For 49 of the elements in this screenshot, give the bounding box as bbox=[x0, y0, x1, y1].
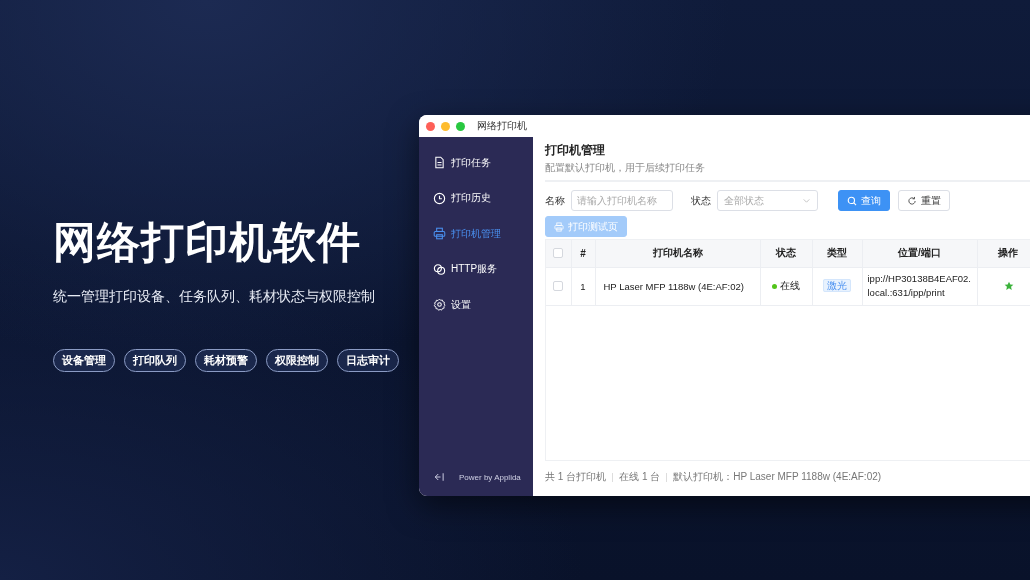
column-header: 状态 bbox=[760, 240, 812, 267]
table-cell: 1 bbox=[571, 267, 595, 305]
status-text: 在线 1 台 bbox=[619, 470, 661, 484]
tagline: 统一管理打印设备、任务队列、耗材状态与权限控制 bbox=[53, 288, 376, 306]
field-label: 状态 bbox=[691, 193, 711, 208]
name-field[interactable]: 请输入打印机名称 bbox=[571, 190, 673, 211]
link-icon bbox=[433, 262, 446, 276]
minimize-button[interactable] bbox=[441, 121, 450, 131]
feature-tag: 日志审计 bbox=[337, 349, 399, 372]
chevron-icon bbox=[802, 196, 811, 205]
refresh-icon bbox=[907, 195, 917, 206]
type-tag: 激光 bbox=[823, 279, 851, 292]
column-header: 操作 bbox=[977, 240, 1030, 267]
page-subtitle: 配置默认打印机，用于后续打印任务 bbox=[545, 161, 706, 175]
credit-text: Power by Applida bbox=[459, 472, 521, 482]
column-header: 位置/端口 bbox=[862, 240, 977, 267]
collapse-icon bbox=[433, 471, 445, 483]
printer-icon bbox=[433, 227, 446, 241]
status-text: 默认打印机：HP Laser MFP 1188w (4E:AF:02) bbox=[673, 470, 882, 484]
window-title: 网络打印机 bbox=[477, 119, 527, 133]
page-title: 打印机管理 bbox=[545, 142, 606, 159]
sidebar-item[interactable]: 打印机管理 bbox=[419, 216, 533, 252]
table-cell: ipp://HP30138B4EAF02.local.:631/ipp/print bbox=[862, 267, 977, 305]
status-text: 共 1 台打印机 bbox=[545, 470, 607, 484]
search-icon bbox=[847, 195, 857, 206]
column-header: # bbox=[571, 240, 595, 267]
sidebar-item[interactable]: HTTP服务 bbox=[419, 251, 533, 287]
table-cell: HP Laser MFP 1188w (4E:AF:02) bbox=[595, 267, 760, 305]
document-icon bbox=[433, 156, 446, 170]
sidebar-item[interactable]: 打印任务 bbox=[419, 145, 533, 181]
feature-tag: 权限控制 bbox=[266, 349, 328, 372]
feature-tag: 打印队列 bbox=[124, 349, 186, 372]
feature-tag: 耗材预警 bbox=[195, 349, 257, 372]
printer-icon bbox=[554, 221, 564, 232]
status-text: 在线 bbox=[780, 280, 800, 291]
sidebar-item[interactable]: 打印历史 bbox=[419, 180, 533, 216]
close-button[interactable] bbox=[426, 121, 435, 131]
select-all-checkbox[interactable] bbox=[553, 248, 564, 259]
headline: 网络打印机软件 bbox=[53, 217, 362, 268]
row-checkbox[interactable] bbox=[553, 281, 564, 291]
zoom-button[interactable] bbox=[456, 121, 465, 131]
field-label: 名称 bbox=[545, 193, 565, 208]
column-header: 类型 bbox=[812, 240, 862, 267]
settings-icon bbox=[433, 298, 446, 312]
feature-tag: 设备管理 bbox=[53, 349, 115, 372]
reset-button[interactable]: 重置 bbox=[898, 190, 950, 211]
clock-icon bbox=[433, 191, 446, 205]
sidebar-item[interactable]: 设置 bbox=[419, 287, 533, 323]
column-header: 打印机名称 bbox=[595, 240, 760, 267]
